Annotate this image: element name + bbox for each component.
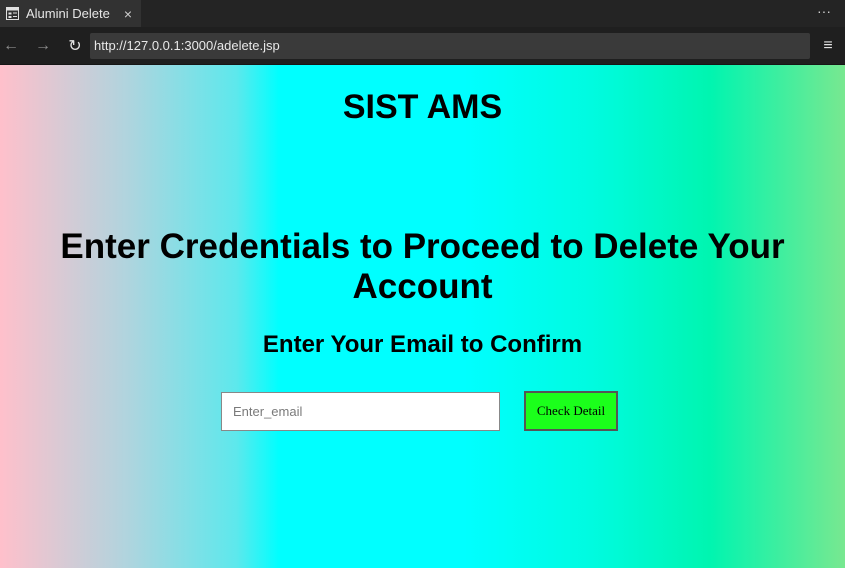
page-heading: Enter Credentials to Proceed to Delete Y… xyxy=(60,227,785,306)
page-subheading: Enter Your Email to Confirm xyxy=(262,331,583,358)
browser-window: Alumini Delete × ··· ← → ↻ http://127.0.… xyxy=(0,0,845,568)
close-icon[interactable]: × xyxy=(119,6,137,22)
email-input[interactable] xyxy=(221,391,500,431)
tab-title: Alumini Delete xyxy=(26,6,110,21)
page-icon xyxy=(5,7,19,21)
address-url: http://127.0.0.1:3000/adelete.jsp xyxy=(94,38,280,53)
site-title: SIST AMS xyxy=(342,88,503,126)
check-detail-button[interactable]: Check Detail xyxy=(524,391,618,431)
more-icon[interactable]: ··· xyxy=(817,3,831,19)
reload-icon[interactable]: ↻ xyxy=(64,31,86,61)
delete-form: Check Detail xyxy=(221,391,618,431)
page-content: SIST AMS Enter Credentials to Proceed to… xyxy=(0,65,845,568)
tab-alumini-delete[interactable]: Alumini Delete × xyxy=(0,0,141,27)
forward-arrow-icon[interactable]: → xyxy=(32,31,54,61)
tab-bar: Alumini Delete × ··· xyxy=(0,0,845,27)
back-arrow-icon[interactable]: ← xyxy=(0,31,22,61)
hamburger-menu-icon[interactable]: ≡ xyxy=(819,37,837,55)
navigation-bar: ← → ↻ http://127.0.0.1:3000/adelete.jsp … xyxy=(0,27,845,65)
address-bar[interactable]: http://127.0.0.1:3000/adelete.jsp xyxy=(90,32,810,59)
